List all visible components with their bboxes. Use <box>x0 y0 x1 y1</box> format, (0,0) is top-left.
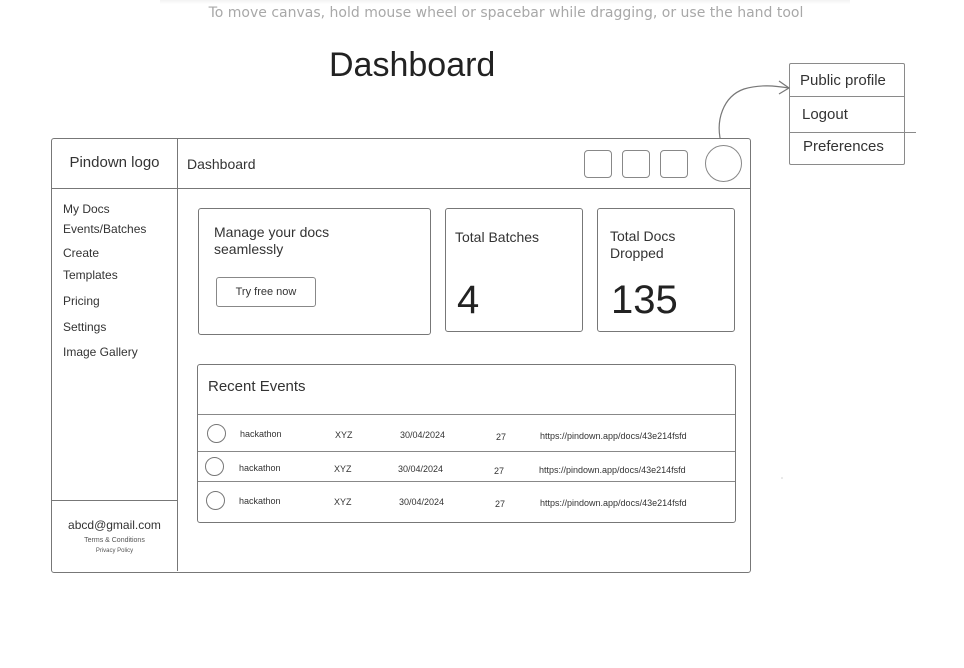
event-count: 27 <box>494 466 505 476</box>
sidebar-item-image-gallery[interactable]: Image Gallery <box>63 345 138 359</box>
sidebar-item-my-docs[interactable]: My Docs <box>63 202 110 216</box>
event-org: XYZ <box>335 430 353 440</box>
event-name: hackathon <box>239 496 281 506</box>
header-title: Dashboard <box>187 156 256 172</box>
event-url[interactable]: https://pindown.app/docs/43e214fsfd <box>539 465 686 475</box>
stat-label: Total Docs <box>610 228 676 244</box>
header-divider <box>52 188 750 189</box>
event-org: XYZ <box>334 464 352 474</box>
event-name: hackathon <box>240 429 282 439</box>
profile-dropdown-menu: Public profile Logout Preferences <box>789 63 916 165</box>
row-divider <box>198 414 735 415</box>
sidebar-item-templates[interactable]: Templates <box>63 268 118 282</box>
menu-divider <box>790 132 916 133</box>
stat-label: Dropped <box>610 245 664 261</box>
sidebar-item-create[interactable]: Create <box>63 246 99 260</box>
user-email: abcd@gmail.com <box>68 518 161 532</box>
row-divider <box>198 451 735 452</box>
avatar[interactable] <box>705 145 742 182</box>
sidebar-item-pricing[interactable]: Pricing <box>63 294 100 308</box>
row-select-circle[interactable] <box>206 491 225 510</box>
row-select-circle[interactable] <box>207 424 226 443</box>
page-title: Dashboard <box>329 46 496 84</box>
menu-item-logout[interactable]: Logout <box>802 106 916 123</box>
canvas-hint: To move canvas, hold mouse wheel or spac… <box>208 5 804 21</box>
event-date: 30/04/2024 <box>398 464 444 474</box>
menu-item-preferences[interactable]: Preferences <box>803 138 917 155</box>
row-divider <box>198 481 735 482</box>
stat-value: 4 <box>457 278 480 322</box>
sidebar-divider <box>177 139 178 571</box>
toolbar-icon-1[interactable] <box>584 150 612 178</box>
stat-label: Total Batches <box>455 229 540 245</box>
menu-item-public-profile[interactable]: Public profile <box>800 72 914 89</box>
event-url[interactable]: https://pindown.app/docs/43e214fsfd <box>540 431 687 441</box>
event-count: 27 <box>495 499 506 509</box>
app-logo[interactable]: Pindown logo <box>52 154 177 171</box>
promo-text-line1: Manage your docs <box>214 224 330 240</box>
event-date: 30/04/2024 <box>399 497 445 507</box>
terms-link[interactable]: Terms & Conditions <box>52 537 177 544</box>
event-date: 30/04/2024 <box>400 430 446 440</box>
privacy-link[interactable]: Privacy Policy <box>52 548 177 554</box>
stat-value: 135 <box>611 278 678 322</box>
stray-canvas-mark: ° <box>781 477 783 483</box>
toolbar-icon-2[interactable] <box>622 150 650 178</box>
event-org: XYZ <box>334 497 352 507</box>
event-name: hackathon <box>239 463 281 473</box>
event-url[interactable]: https://pindown.app/docs/43e214fsfd <box>540 498 687 508</box>
canvas-hint-bar <box>160 0 850 4</box>
recent-events-title: Recent Events <box>208 378 306 395</box>
event-count: 27 <box>496 432 507 442</box>
promo-text-line2: seamlessly <box>214 241 284 257</box>
menu-divider <box>790 96 904 97</box>
row-select-circle[interactable] <box>205 457 224 476</box>
sidebar-item-events-batches[interactable]: Events/Batches <box>63 222 146 236</box>
sidebar-item-settings[interactable]: Settings <box>63 320 106 334</box>
sidebar-footer-divider <box>52 500 177 501</box>
try-free-button[interactable]: Try free now <box>216 277 316 307</box>
toolbar-icon-3[interactable] <box>660 150 688 178</box>
